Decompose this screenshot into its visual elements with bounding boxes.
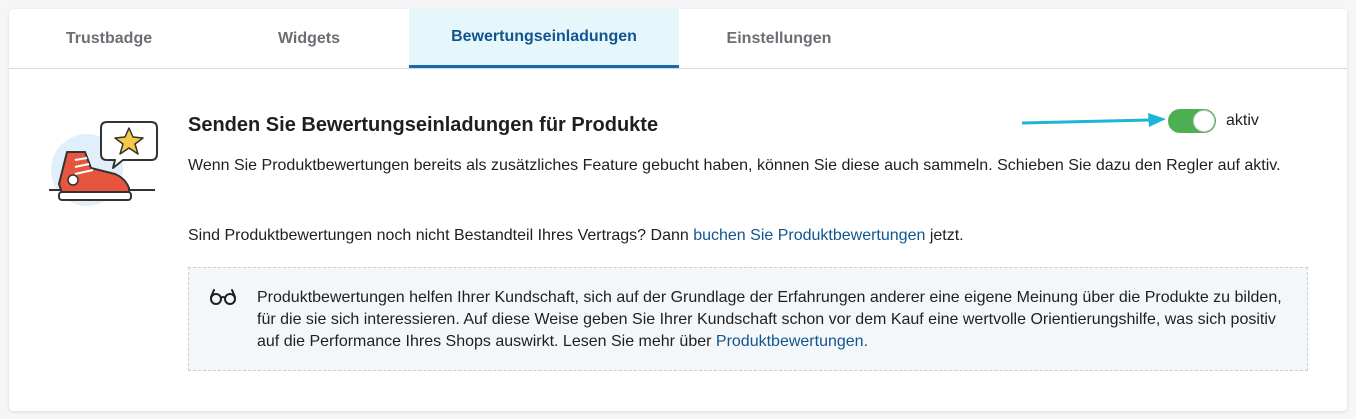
section-heading: Senden Sie Bewertungseinladungen für Pro… [188, 114, 659, 136]
booking-text-before: Sind Produktbewertungen noch nicht Besta… [188, 227, 694, 244]
info-box: Produktbewertungen helfen Ihrer Kundscha… [188, 267, 1308, 371]
booking-text: Sind Produktbewertungen noch nicht Besta… [188, 225, 1298, 247]
tab-bewertungseinladungen[interactable]: Bewertungseinladungen [409, 9, 679, 68]
tab-bar: Trustbadge Widgets Bewertungseinladungen… [9, 9, 1347, 69]
glasses-icon [210, 289, 236, 305]
settings-card: Trustbadge Widgets Bewertungseinladungen… [9, 9, 1347, 411]
sneaker-review-illustration [49, 121, 158, 206]
toggle-knob [1193, 110, 1215, 132]
tab-widgets[interactable]: Widgets [209, 9, 409, 68]
tab-einstellungen[interactable]: Einstellungen [679, 9, 879, 68]
product-reviews-link[interactable]: Produktbewertungen. [716, 333, 868, 350]
toggle-label: aktiv [1226, 112, 1259, 129]
info-text: Produktbewertungen helfen Ihrer Kundscha… [257, 287, 1292, 353]
product-reviews-toggle[interactable] [1168, 109, 1216, 133]
arrow-pointer-icon [1021, 113, 1166, 127]
tab-trustbadge[interactable]: Trustbadge [9, 9, 209, 68]
booking-text-after: jetzt. [925, 227, 964, 244]
book-product-reviews-link[interactable]: buchen Sie Produktbewertungen [693, 227, 925, 244]
intro-text: Wenn Sie Produktbewertungen bereits als … [188, 157, 1281, 174]
